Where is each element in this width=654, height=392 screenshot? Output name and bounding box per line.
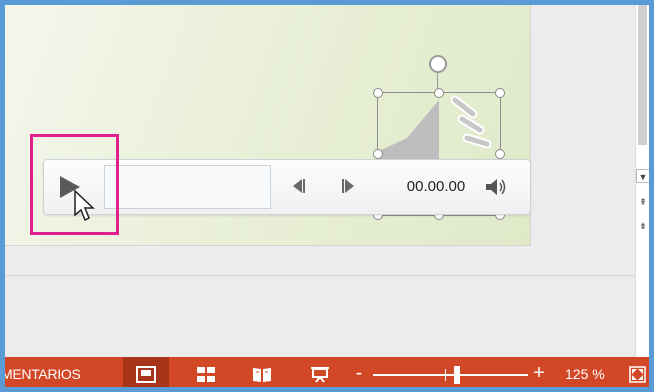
zoom-level-label[interactable]: 125 % xyxy=(565,357,605,387)
volume-icon xyxy=(486,179,506,195)
reading-view-button[interactable] xyxy=(239,357,285,387)
resize-handle-top[interactable] xyxy=(434,88,444,98)
notes-pane-divider[interactable] xyxy=(5,275,635,276)
resize-handle-top-left[interactable] xyxy=(373,88,383,98)
zoom-out-button[interactable]: - xyxy=(351,357,367,387)
zoom-center-mark xyxy=(445,369,446,381)
skip-back-button[interactable] xyxy=(290,177,306,195)
next-slide-icon[interactable]: ⇟ xyxy=(636,219,649,233)
rotation-handle[interactable] xyxy=(429,55,447,73)
scroll-down-icon[interactable]: ▼ xyxy=(636,169,649,183)
previous-slide-icon[interactable]: ⇞ xyxy=(636,195,649,209)
editing-workspace: 00.00.00 ▼ ⇞ ⇟ xyxy=(5,5,649,357)
comments-button[interactable]: MENTARIOS xyxy=(5,357,81,387)
slide-sorter-button[interactable] xyxy=(183,357,229,387)
slideshow-icon xyxy=(311,367,329,383)
progress-bar[interactable] xyxy=(104,165,271,209)
mouse-cursor-icon xyxy=(74,190,95,222)
fit-to-window-icon[interactable] xyxy=(629,366,646,383)
zoom-slider-thumb[interactable] xyxy=(454,366,460,384)
normal-view-icon xyxy=(136,366,156,383)
slide-sorter-icon xyxy=(197,367,215,382)
volume-button[interactable] xyxy=(484,176,510,198)
resize-handle-left[interactable] xyxy=(373,149,383,159)
scrollbar-thumb[interactable] xyxy=(638,5,647,145)
time-display: 00.00.00 xyxy=(406,178,466,195)
status-bar: MENTARIOS - + 125 % xyxy=(5,357,649,387)
resize-handle-right[interactable] xyxy=(495,149,505,159)
normal-view-button[interactable] xyxy=(123,357,169,387)
resize-handle-top-right[interactable] xyxy=(495,88,505,98)
skip-forward-icon xyxy=(342,179,354,193)
zoom-in-button[interactable]: + xyxy=(529,357,549,387)
zoom-slider-track[interactable] xyxy=(373,374,528,376)
vertical-scrollbar[interactable]: ▼ ⇞ ⇟ xyxy=(635,5,649,357)
window-frame: 00.00.00 ▼ ⇞ ⇟ MENTARIOS - + 125 % xyxy=(0,0,654,392)
slideshow-button[interactable] xyxy=(297,357,343,387)
skip-forward-button[interactable] xyxy=(341,177,357,195)
reading-view-icon xyxy=(253,368,271,382)
skip-back-icon xyxy=(293,179,305,193)
